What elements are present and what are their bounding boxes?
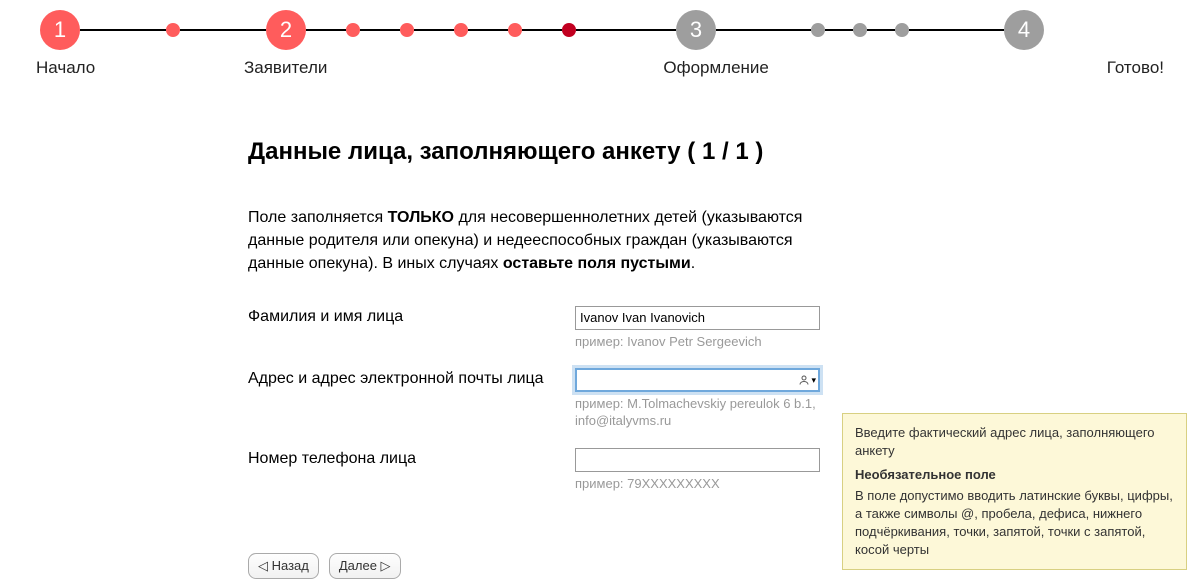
hint-name: пример: Ivanov Petr Sergeevich bbox=[575, 334, 820, 351]
step-4-circle[interactable]: 4 bbox=[1004, 10, 1044, 50]
field-address: ▾ пример: M.Tolmachevskiy pereulok 6 b.1… bbox=[575, 368, 820, 430]
stepper-connector bbox=[414, 29, 454, 31]
tooltip-title: Необязательное поле bbox=[855, 466, 1174, 484]
autofill-icon[interactable]: ▾ bbox=[798, 374, 816, 386]
desc-leave-empty: оставьте поля пустыми bbox=[503, 255, 691, 272]
main-content: Данные лица, заполняющего анкету ( 1 / 1… bbox=[0, 98, 820, 493]
stepper-connector bbox=[909, 29, 1004, 31]
label-phone: Номер телефона лица bbox=[248, 448, 575, 468]
step-3-circle[interactable]: 3 bbox=[676, 10, 716, 50]
page-description: Поле заполняется ТОЛЬКО для несовершенно… bbox=[248, 206, 820, 276]
field-phone: пример: 79XXXXXXXXX bbox=[575, 448, 820, 493]
stepper-dot[interactable] bbox=[895, 23, 909, 37]
stepper-dot[interactable] bbox=[400, 23, 414, 37]
step-labels: Начало Заявители Оформление Готово! bbox=[0, 50, 1200, 98]
stepper-dot[interactable] bbox=[811, 23, 825, 37]
desc-part: Поле заполняется bbox=[248, 209, 388, 226]
field-name: пример: Ivanov Petr Sergeevich bbox=[575, 306, 820, 351]
hint-address: пример: M.Tolmachevskiy pereulok 6 b.1, … bbox=[575, 396, 820, 430]
form-row-address: Адрес и адрес электронной почты лица ▾ п… bbox=[248, 368, 820, 430]
desc-part: . bbox=[691, 255, 695, 272]
step-4-num: 4 bbox=[1018, 17, 1030, 43]
stepper: 1 2 3 4 bbox=[0, 0, 1200, 50]
stepper-connector bbox=[522, 29, 562, 31]
stepper-dot[interactable] bbox=[166, 23, 180, 37]
stepper-dot[interactable] bbox=[454, 23, 468, 37]
desc-only: ТОЛЬКО bbox=[388, 209, 454, 226]
stepper-dot[interactable] bbox=[508, 23, 522, 37]
step-1-circle[interactable]: 1 bbox=[40, 10, 80, 50]
stepper-connector bbox=[306, 29, 346, 31]
stepper-dot[interactable] bbox=[346, 23, 360, 37]
stepper-connector bbox=[360, 29, 400, 31]
form-row-phone: Номер телефона лица пример: 79XXXXXXXXX bbox=[248, 448, 820, 493]
stepper-connector bbox=[80, 29, 166, 31]
address-input[interactable] bbox=[575, 368, 820, 392]
step-2-label: Заявители bbox=[244, 58, 327, 78]
tooltip-body: В поле допустимо вводить латинские буквы… bbox=[855, 487, 1174, 560]
stepper-dot[interactable] bbox=[853, 23, 867, 37]
step-2-num: 2 bbox=[280, 17, 292, 43]
stepper-connector bbox=[867, 29, 895, 31]
step-1-label: Начало bbox=[36, 58, 126, 78]
field-tooltip: Введите фактический адрес лица, заполняю… bbox=[842, 413, 1187, 570]
hint-phone: пример: 79XXXXXXXXX bbox=[575, 476, 820, 493]
back-button[interactable]: ◁ Назад bbox=[248, 553, 319, 579]
next-button[interactable]: Далее ▷ bbox=[329, 553, 401, 579]
name-input[interactable] bbox=[575, 306, 820, 330]
phone-input[interactable] bbox=[575, 448, 820, 472]
page-title: Данные лица, заполняющего анкету ( 1 / 1… bbox=[248, 138, 820, 166]
nav-buttons: ◁ Назад Далее ▷ bbox=[248, 553, 401, 579]
label-address: Адрес и адрес электронной почты лица bbox=[248, 368, 575, 388]
stepper-connector bbox=[468, 29, 508, 31]
step-3-num: 3 bbox=[690, 17, 702, 43]
stepper-connector bbox=[716, 29, 811, 31]
step-2-circle[interactable]: 2 bbox=[266, 10, 306, 50]
stepper-connector bbox=[180, 29, 266, 31]
stepper-dot-current[interactable] bbox=[562, 23, 576, 37]
stepper-connector bbox=[825, 29, 853, 31]
step-3-label: Оформление bbox=[663, 58, 769, 78]
step-1-num: 1 bbox=[54, 17, 66, 43]
label-name: Фамилия и имя лица bbox=[248, 306, 575, 326]
tooltip-line1: Введите фактический адрес лица, заполняю… bbox=[855, 424, 1174, 460]
step-4-label: Готово! bbox=[1107, 58, 1164, 78]
form-row-name: Фамилия и имя лица пример: Ivanov Petr S… bbox=[248, 306, 820, 351]
stepper-connector bbox=[576, 29, 676, 31]
